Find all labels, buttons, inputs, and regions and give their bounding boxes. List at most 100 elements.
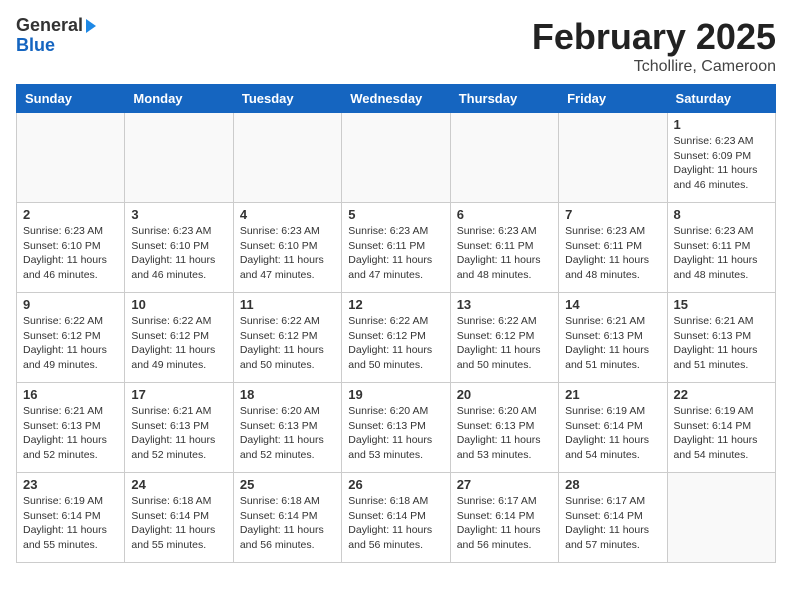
calendar-cell — [125, 113, 233, 203]
day-number: 18 — [240, 387, 335, 402]
weekday-saturday: Saturday — [667, 85, 775, 113]
day-number: 21 — [565, 387, 660, 402]
day-number: 8 — [674, 207, 769, 222]
day-info: Sunrise: 6:23 AM Sunset: 6:10 PM Dayligh… — [240, 224, 335, 283]
calendar-cell: 7 Sunrise: 6:23 AM Sunset: 6:11 PM Daylig… — [559, 203, 667, 293]
logo-arrow-icon — [86, 19, 96, 33]
day-number: 9 — [23, 297, 118, 312]
week-row-2: 2 Sunrise: 6:23 AM Sunset: 6:10 PM Daylig… — [17, 203, 776, 293]
day-number: 22 — [674, 387, 769, 402]
calendar-cell: 6 Sunrise: 6:23 AM Sunset: 6:11 PM Daylig… — [450, 203, 558, 293]
day-info: Sunrise: 6:23 AM Sunset: 6:11 PM Dayligh… — [565, 224, 660, 283]
logo-text: General Blue — [16, 16, 96, 56]
day-info: Sunrise: 6:22 AM Sunset: 6:12 PM Dayligh… — [23, 314, 118, 373]
day-number: 2 — [23, 207, 118, 222]
day-info: Sunrise: 6:23 AM Sunset: 6:11 PM Dayligh… — [348, 224, 443, 283]
day-number: 1 — [674, 117, 769, 132]
calendar-cell: 24Sunrise: 6:18 AM Sunset: 6:14 PM Dayli… — [125, 473, 233, 563]
calendar-cell: 26Sunrise: 6:18 AM Sunset: 6:14 PM Dayli… — [342, 473, 450, 563]
day-info: Sunrise: 6:20 AM Sunset: 6:13 PM Dayligh… — [457, 404, 552, 463]
calendar-cell — [17, 113, 125, 203]
day-number: 23 — [23, 477, 118, 492]
day-info: Sunrise: 6:23 AM Sunset: 6:11 PM Dayligh… — [457, 224, 552, 283]
day-number: 28 — [565, 477, 660, 492]
calendar-cell — [450, 113, 558, 203]
logo-blue: Blue — [16, 36, 96, 56]
weekday-friday: Friday — [559, 85, 667, 113]
calendar-cell: 17 Sunrise: 6:21 AM Sunset: 6:13 PM Dayli… — [125, 383, 233, 473]
day-info: Sunrise: 6:21 AM Sunset: 6:13 PM Dayligh… — [131, 404, 226, 463]
calendar-cell: 21Sunrise: 6:19 AM Sunset: 6:14 PM Dayli… — [559, 383, 667, 473]
day-number: 20 — [457, 387, 552, 402]
weekday-monday: Monday — [125, 85, 233, 113]
calendar-cell: 8Sunrise: 6:23 AM Sunset: 6:11 PM Daylig… — [667, 203, 775, 293]
day-number: 7 — [565, 207, 660, 222]
day-info: Sunrise: 6:21 AM Sunset: 6:13 PM Dayligh… — [23, 404, 118, 463]
day-info: Sunrise: 6:19 AM Sunset: 6:14 PM Dayligh… — [23, 494, 118, 553]
calendar-cell: 20 Sunrise: 6:20 AM Sunset: 6:13 PM Dayli… — [450, 383, 558, 473]
day-info: Sunrise: 6:21 AM Sunset: 6:13 PM Dayligh… — [674, 314, 769, 373]
weekday-tuesday: Tuesday — [233, 85, 341, 113]
location: Tchollire, Cameroon — [532, 58, 776, 76]
day-info: Sunrise: 6:18 AM Sunset: 6:14 PM Dayligh… — [131, 494, 226, 553]
day-info: Sunrise: 6:22 AM Sunset: 6:12 PM Dayligh… — [457, 314, 552, 373]
calendar-cell — [342, 113, 450, 203]
day-number: 26 — [348, 477, 443, 492]
day-info: Sunrise: 6:23 AM Sunset: 6:10 PM Dayligh… — [23, 224, 118, 283]
day-number: 6 — [457, 207, 552, 222]
day-info: Sunrise: 6:23 AM Sunset: 6:10 PM Dayligh… — [131, 224, 226, 283]
day-info: Sunrise: 6:20 AM Sunset: 6:13 PM Dayligh… — [240, 404, 335, 463]
day-number: 11 — [240, 297, 335, 312]
calendar-cell: 5 Sunrise: 6:23 AM Sunset: 6:11 PM Daylig… — [342, 203, 450, 293]
calendar-cell — [559, 113, 667, 203]
calendar-cell: 22 Sunrise: 6:19 AM Sunset: 6:14 PM Dayli… — [667, 383, 775, 473]
logo: General Blue — [16, 16, 96, 56]
calendar-cell: 27 Sunrise: 6:17 AM Sunset: 6:14 PM Dayli… — [450, 473, 558, 563]
day-info: Sunrise: 6:17 AM Sunset: 6:14 PM Dayligh… — [457, 494, 552, 553]
day-info: Sunrise: 6:17 AM Sunset: 6:14 PM Dayligh… — [565, 494, 660, 553]
day-info: Sunrise: 6:22 AM Sunset: 6:12 PM Dayligh… — [240, 314, 335, 373]
day-info: Sunrise: 6:19 AM Sunset: 6:14 PM Dayligh… — [674, 404, 769, 463]
week-row-1: 1Sunrise: 6:23 AM Sunset: 6:09 PM Daylig… — [17, 113, 776, 203]
calendar-cell: 19 Sunrise: 6:20 AM Sunset: 6:13 PM Dayli… — [342, 383, 450, 473]
title-block: February 2025 Tchollire, Cameroon — [532, 16, 776, 76]
logo-general: General — [16, 15, 83, 35]
weekday-sunday: Sunday — [17, 85, 125, 113]
weekday-thursday: Thursday — [450, 85, 558, 113]
day-number: 14 — [565, 297, 660, 312]
day-number: 19 — [348, 387, 443, 402]
day-number: 12 — [348, 297, 443, 312]
calendar-cell: 4Sunrise: 6:23 AM Sunset: 6:10 PM Daylig… — [233, 203, 341, 293]
day-info: Sunrise: 6:21 AM Sunset: 6:13 PM Dayligh… — [565, 314, 660, 373]
week-row-5: 23 Sunrise: 6:19 AM Sunset: 6:14 PM Dayli… — [17, 473, 776, 563]
calendar-cell: 1Sunrise: 6:23 AM Sunset: 6:09 PM Daylig… — [667, 113, 775, 203]
calendar-cell: 3Sunrise: 6:23 AM Sunset: 6:10 PM Daylig… — [125, 203, 233, 293]
calendar-cell — [667, 473, 775, 563]
calendar-cell: 25Sunrise: 6:18 AM Sunset: 6:14 PM Dayli… — [233, 473, 341, 563]
calendar-cell: 12 Sunrise: 6:22 AM Sunset: 6:12 PM Dayli… — [342, 293, 450, 383]
calendar-cell: 14 Sunrise: 6:21 AM Sunset: 6:13 PM Dayli… — [559, 293, 667, 383]
day-number: 13 — [457, 297, 552, 312]
calendar-cell: 15Sunrise: 6:21 AM Sunset: 6:13 PM Dayli… — [667, 293, 775, 383]
calendar-cell: 16Sunrise: 6:21 AM Sunset: 6:13 PM Dayli… — [17, 383, 125, 473]
calendar-table: SundayMondayTuesdayWednesdayThursdayFrid… — [16, 84, 776, 563]
day-info: Sunrise: 6:22 AM Sunset: 6:12 PM Dayligh… — [348, 314, 443, 373]
calendar-cell: 10Sunrise: 6:22 AM Sunset: 6:12 PM Dayli… — [125, 293, 233, 383]
calendar-cell: 23 Sunrise: 6:19 AM Sunset: 6:14 PM Dayli… — [17, 473, 125, 563]
calendar-cell: 18 Sunrise: 6:20 AM Sunset: 6:13 PM Dayli… — [233, 383, 341, 473]
calendar-cell: 2 Sunrise: 6:23 AM Sunset: 6:10 PM Daylig… — [17, 203, 125, 293]
day-info: Sunrise: 6:20 AM Sunset: 6:13 PM Dayligh… — [348, 404, 443, 463]
day-number: 10 — [131, 297, 226, 312]
week-row-4: 16Sunrise: 6:21 AM Sunset: 6:13 PM Dayli… — [17, 383, 776, 473]
calendar-cell: 28 Sunrise: 6:17 AM Sunset: 6:14 PM Dayli… — [559, 473, 667, 563]
day-info: Sunrise: 6:18 AM Sunset: 6:14 PM Dayligh… — [240, 494, 335, 553]
month-title: February 2025 — [532, 16, 776, 58]
weekday-wednesday: Wednesday — [342, 85, 450, 113]
day-number: 5 — [348, 207, 443, 222]
weekday-header-row: SundayMondayTuesdayWednesdayThursdayFrid… — [17, 85, 776, 113]
day-number: 17 — [131, 387, 226, 402]
week-row-3: 9 Sunrise: 6:22 AM Sunset: 6:12 PM Daylig… — [17, 293, 776, 383]
calendar-cell: 11 Sunrise: 6:22 AM Sunset: 6:12 PM Dayli… — [233, 293, 341, 383]
page-header: General Blue February 2025 Tchollire, Ca… — [16, 16, 776, 76]
day-number: 27 — [457, 477, 552, 492]
